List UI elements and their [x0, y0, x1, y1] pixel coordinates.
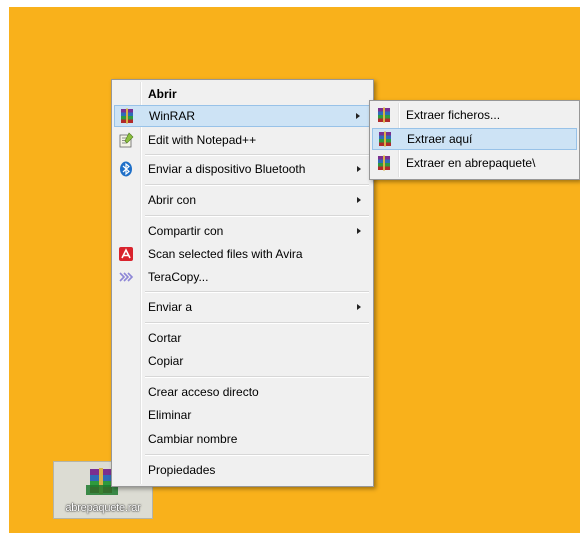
menu-item-label: Scan selected files with Avira — [148, 247, 303, 261]
notepad-plus-plus-icon — [118, 132, 134, 148]
menu-item-label: TeraCopy... — [148, 270, 209, 284]
menu-item-label: Enviar a dispositivo Bluetooth — [148, 162, 306, 176]
menu-item-label: Abrir — [148, 87, 177, 101]
winrar-icon — [119, 108, 135, 124]
menu-item-label: Compartir con — [148, 224, 224, 238]
menu-item-abrir-con[interactable]: Abrir con — [114, 189, 371, 211]
menu-item-crear-acceso-directo[interactable]: Crear acceso directo — [114, 381, 371, 403]
avira-icon — [118, 246, 134, 262]
menu-item-label: Enviar a — [148, 300, 193, 314]
submenu-arrow-icon — [357, 304, 361, 310]
submenu-arrow-icon — [357, 228, 361, 234]
menu-item-bluetooth[interactable]: Enviar a dispositivo Bluetooth — [114, 158, 371, 180]
menu-item-cambiar-nombre[interactable]: Cambiar nombre — [114, 428, 371, 450]
menu-item-label: Abrir con — [148, 193, 197, 207]
menu-item-abrir[interactable]: Abrir — [114, 83, 371, 105]
winrar-icon — [376, 155, 392, 171]
submenu-arrow-icon — [357, 197, 361, 203]
menu-item-label: Extraer en abrepaquete\ — [406, 156, 536, 170]
menu-item-copiar[interactable]: Copiar — [114, 350, 371, 372]
menu-item-label: Crear acceso directo — [148, 385, 259, 399]
menu-separator — [145, 154, 369, 156]
winrar-icon — [376, 107, 392, 123]
teracopy-icon — [118, 269, 134, 285]
menu-item-enviar-a[interactable]: Enviar a — [114, 296, 371, 318]
desktop-file-label: abrepaquete.rar — [65, 502, 141, 514]
submenu-arrow-icon — [356, 113, 360, 119]
menu-separator — [145, 376, 369, 378]
menu-separator — [145, 454, 369, 456]
menu-item-scan-avira[interactable]: Scan selected files with Avira — [114, 243, 371, 265]
submenu-item-extraer-ficheros[interactable]: Extraer ficheros... — [372, 104, 577, 126]
menu-item-label: Copiar — [148, 354, 184, 368]
menu-item-compartir-con[interactable]: Compartir con — [114, 220, 371, 242]
menu-item-label: Eliminar — [148, 408, 192, 422]
submenu-item-extraer-aqui[interactable]: Extraer aquí — [372, 128, 577, 150]
menu-item-label: Propiedades — [148, 463, 216, 477]
menu-item-label: Edit with Notepad++ — [148, 133, 257, 147]
bluetooth-icon — [118, 161, 134, 177]
menu-separator — [145, 291, 369, 293]
menu-item-label: Extraer aquí — [407, 132, 473, 146]
context-menu: Abrir WinRAR Edit with Notepad++ Enviar … — [111, 79, 374, 487]
submenu-arrow-icon — [357, 166, 361, 172]
menu-item-label: Cortar — [148, 331, 182, 345]
menu-item-edit-notepad[interactable]: Edit with Notepad++ — [114, 129, 371, 151]
menu-item-propiedades[interactable]: Propiedades — [114, 459, 371, 481]
winrar-icon — [377, 131, 393, 147]
menu-separator — [145, 215, 369, 217]
menu-item-label: Extraer ficheros... — [406, 108, 501, 122]
submenu-item-extraer-en-carpeta[interactable]: Extraer en abrepaquete\ — [372, 152, 577, 174]
menu-item-winrar[interactable]: WinRAR — [114, 105, 371, 127]
menu-item-eliminar[interactable]: Eliminar — [114, 404, 371, 426]
winrar-submenu: Extraer ficheros... Extraer aquí Extraer — [369, 100, 580, 180]
menu-separator — [145, 322, 369, 324]
menu-item-cortar[interactable]: Cortar — [114, 327, 371, 349]
menu-item-teracopy[interactable]: TeraCopy... — [114, 266, 371, 288]
menu-separator — [145, 184, 369, 186]
menu-item-label: Cambiar nombre — [148, 432, 238, 446]
menu-item-label: WinRAR — [149, 109, 196, 123]
